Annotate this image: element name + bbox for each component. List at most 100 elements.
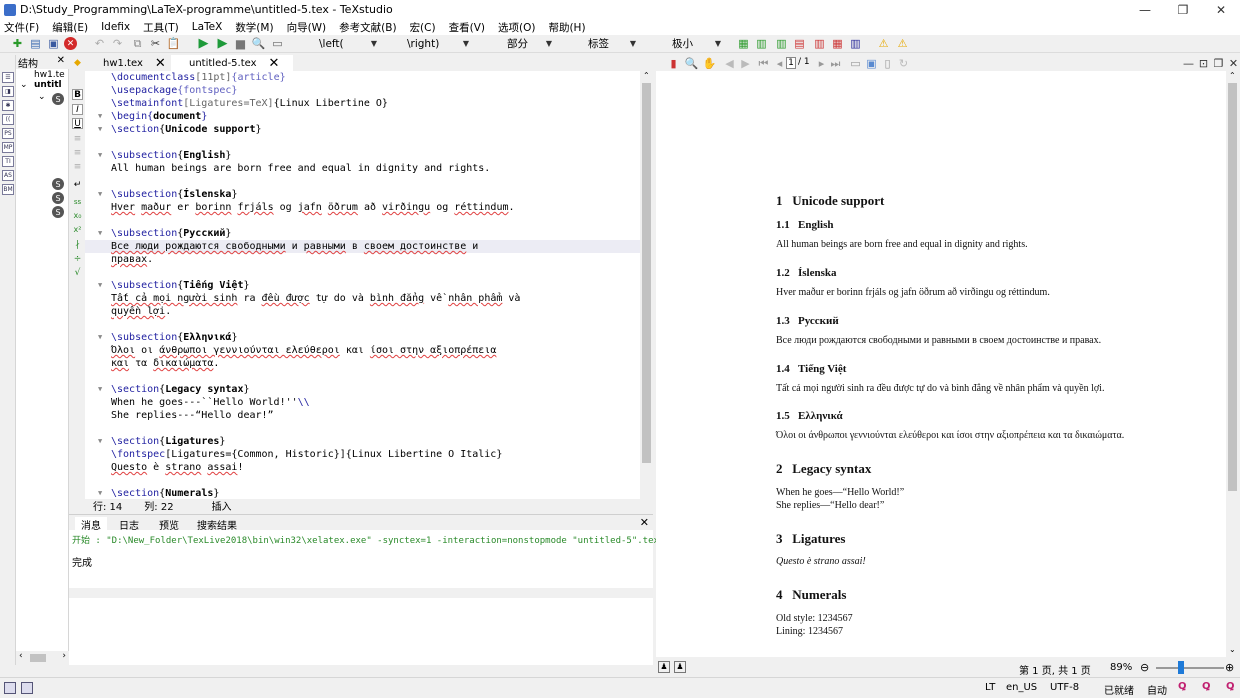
- pdf-vscroll[interactable]: ⌃ ⌄: [1226, 71, 1240, 657]
- zoom-level[interactable]: 89%: [1110, 662, 1132, 673]
- fraction-icon[interactable]: ∤: [72, 239, 83, 250]
- compile-icon[interactable]: ▶: [215, 36, 230, 51]
- table-insert-row-icon[interactable]: ▦: [736, 36, 751, 51]
- tab-search-results[interactable]: 搜索结果: [191, 517, 243, 532]
- close-icon[interactable]: ✕: [57, 55, 65, 66]
- scroll-left-icon[interactable]: ‹: [19, 651, 23, 661]
- newline-icon[interactable]: ↵: [72, 179, 83, 190]
- first-page-icon[interactable]: ⏮: [756, 56, 771, 71]
- size-combo[interactable]: 极小 ▼: [667, 36, 726, 51]
- scroll-up-icon[interactable]: ⌃: [643, 71, 650, 80]
- underline-icon[interactable]: U: [72, 118, 83, 129]
- preview-icon[interactable]: Ꝗ: [1178, 681, 1187, 692]
- menu-file[interactable]: 文件(F): [4, 20, 39, 35]
- table-delete-icon[interactable]: ▦: [830, 36, 845, 51]
- pdf-viewer[interactable]: 1 Unicode support 1.1 English All human …: [656, 71, 1226, 657]
- section-icon[interactable]: S: [52, 178, 64, 190]
- tab-hw1[interactable]: hw1.tex ✕: [85, 55, 169, 71]
- menu-view[interactable]: 查看(V): [449, 20, 485, 35]
- undo-icon[interactable]: ↶: [92, 36, 107, 51]
- align-left-icon[interactable]: ≡: [72, 133, 83, 144]
- menu-help[interactable]: 帮助(H): [548, 20, 585, 35]
- menu-latex[interactable]: LaTeX: [192, 21, 223, 33]
- align-center-icon[interactable]: ≡: [72, 147, 83, 158]
- table-remove-row-icon[interactable]: ▤: [792, 36, 807, 51]
- view-pdf-icon[interactable]: 🔍: [251, 36, 266, 51]
- back-icon[interactable]: ◀: [722, 56, 737, 71]
- structure-file-untitled[interactable]: untitl: [34, 80, 62, 90]
- stop-icon[interactable]: ■: [233, 36, 248, 51]
- bookmarks-icon[interactable]: ◨: [2, 86, 14, 97]
- menu-math[interactable]: 数学(M): [235, 20, 273, 35]
- fold-arrow-icon[interactable]: ▼: [98, 435, 102, 448]
- metapost-icon[interactable]: MP: [2, 142, 14, 153]
- fold-arrow-icon[interactable]: ▼: [98, 227, 102, 240]
- bookmark-list-icon[interactable]: BM: [2, 184, 14, 195]
- italic-icon[interactable]: I: [72, 104, 83, 115]
- chevron-down-icon[interactable]: ⌄: [20, 80, 28, 90]
- tab-log[interactable]: 日志: [113, 517, 145, 532]
- message-hscroll[interactable]: [69, 588, 653, 598]
- language-selector[interactable]: en_US: [1006, 682, 1037, 693]
- scroll-thumb[interactable]: [1228, 83, 1237, 491]
- structure-hscroll[interactable]: ‹ ›: [16, 651, 69, 665]
- scroll-down-icon[interactable]: ⌄: [1229, 645, 1236, 654]
- asymptote-icon[interactable]: AS: [2, 170, 14, 181]
- minimize-icon[interactable]: —: [1181, 56, 1196, 71]
- log-icon[interactable]: ▭: [270, 36, 285, 51]
- table-remove-col-icon[interactable]: ▥: [812, 36, 827, 51]
- close-icon[interactable]: ✕: [269, 56, 280, 71]
- bold-icon[interactable]: B: [72, 89, 83, 100]
- warning-icon[interactable]: ⚠: [876, 36, 891, 51]
- fold-arrow-icon[interactable]: ▼: [98, 149, 102, 162]
- sync-icon[interactable]: ↻: [896, 56, 911, 71]
- section-icon[interactable]: S: [52, 93, 64, 105]
- table-add-col-icon[interactable]: ▥: [774, 36, 789, 51]
- last-page-icon[interactable]: ⏭: [828, 56, 843, 71]
- person-icon[interactable]: ♟: [658, 661, 670, 673]
- superscript-icon[interactable]: x²: [72, 224, 83, 235]
- pdf-search-icon[interactable]: 🔍: [684, 56, 699, 71]
- build-view-icon[interactable]: ▶: [196, 36, 211, 51]
- left-delim-combo[interactable]: \left(▼: [314, 36, 382, 51]
- section-icon[interactable]: S: [52, 206, 64, 218]
- scroll-up-icon[interactable]: ⌃: [1229, 71, 1236, 80]
- encoding-selector[interactable]: UTF-8: [1050, 682, 1079, 693]
- save-icon[interactable]: ▣: [46, 36, 61, 51]
- hand-icon[interactable]: ✋: [702, 56, 717, 71]
- menu-idefix[interactable]: Idefix: [101, 21, 130, 33]
- fit-page-icon[interactable]: ▣: [864, 56, 879, 71]
- fold-arrow-icon[interactable]: ▼: [98, 110, 102, 123]
- right-delim-combo[interactable]: \right) ▼: [402, 36, 474, 51]
- menu-edit[interactable]: 编辑(E): [52, 20, 88, 35]
- structure-icon[interactable]: ☰: [2, 72, 14, 83]
- menu-bibliography[interactable]: 参考文献(B): [339, 20, 396, 35]
- subscript-icon[interactable]: x₀: [72, 210, 83, 221]
- label-combo[interactable]: 标签 ▼: [583, 36, 641, 51]
- sqrt-icon[interactable]: √: [72, 267, 83, 278]
- paste-icon[interactable]: 📋: [166, 36, 181, 51]
- new-file-icon[interactable]: ✚: [10, 36, 25, 51]
- person-icon[interactable]: ♟: [674, 661, 686, 673]
- open-file-icon[interactable]: ▤: [28, 36, 43, 51]
- table-insert-col-icon[interactable]: ▥: [754, 36, 769, 51]
- menu-tools[interactable]: 工具(T): [143, 20, 179, 35]
- chevron-down-icon[interactable]: ⌄: [38, 92, 46, 102]
- pdf-bookmark-icon[interactable]: ▮: [666, 56, 681, 71]
- menu-macros[interactable]: 宏(C): [410, 20, 436, 35]
- fit-width-icon[interactable]: ▭: [848, 56, 863, 71]
- lt-indicator[interactable]: LT: [985, 682, 995, 693]
- panel-toggle-icon[interactable]: [21, 682, 33, 694]
- menu-wizard[interactable]: 向导(W): [287, 20, 327, 35]
- close-icon[interactable]: ✕: [640, 516, 649, 529]
- tab-messages[interactable]: 消息: [75, 517, 107, 532]
- zoom-out-icon[interactable]: ⊖: [1140, 661, 1149, 674]
- close-icon[interactable]: ✕: [1226, 56, 1240, 71]
- copy-icon[interactable]: ⧉: [130, 36, 145, 51]
- fold-arrow-icon[interactable]: ▼: [98, 123, 102, 136]
- zoom-in-icon[interactable]: ⊕: [1225, 661, 1234, 674]
- close-icon[interactable]: ✕: [1202, 0, 1240, 19]
- fold-arrow-icon[interactable]: ▼: [98, 383, 102, 396]
- scroll-thumb[interactable]: [642, 83, 651, 463]
- zoom-slider-handle[interactable]: [1178, 661, 1184, 674]
